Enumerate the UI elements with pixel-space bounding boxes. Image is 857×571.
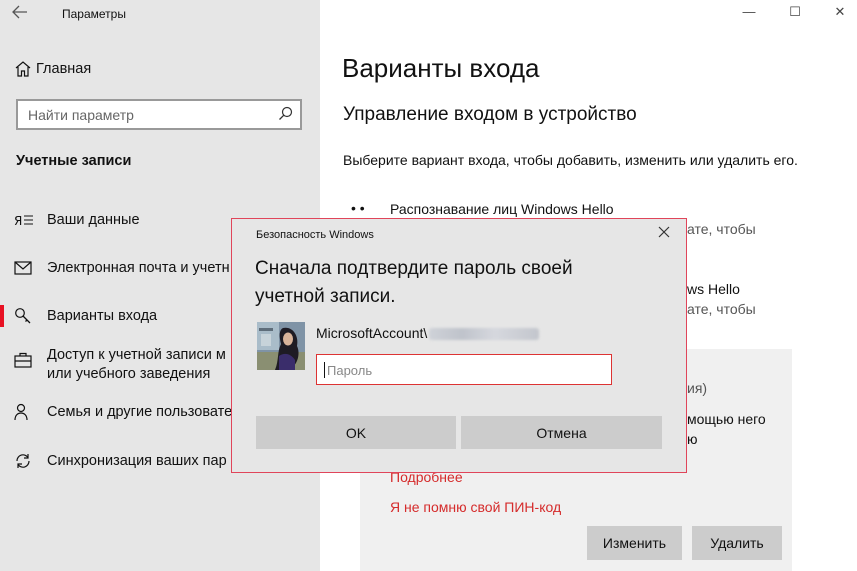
sidebar-item-your-info[interactable]: Я Ваши данные: [14, 207, 140, 233]
person-card-icon: Я: [14, 210, 40, 230]
search-placeholder: Найти параметр: [28, 107, 134, 123]
key-icon: [14, 306, 40, 326]
sidebar-item-email[interactable]: Электронная почта и учетн: [14, 255, 230, 281]
forgot-pin-link[interactable]: Я не помню свой ПИН-код: [390, 499, 561, 515]
sidebar-item-home[interactable]: Главная: [14, 56, 91, 82]
back-arrow-icon[interactable]: [12, 4, 36, 24]
app-title: Параметры: [62, 7, 126, 21]
sidebar-item-sign-in-options[interactable]: Варианты входа: [14, 303, 157, 329]
home-label: Главная: [36, 61, 92, 77]
description-text: Выберите вариант входа, чтобы добавить, …: [343, 152, 798, 168]
sidebar-item-work-access[interactable]: Доступ к учетной записи м или учебного з…: [14, 346, 226, 386]
security-dialog: Безопасность Windows Сначала подтвердите…: [231, 218, 687, 473]
sidebar-item-label: Доступ к учетной записи м или учебного з…: [47, 346, 226, 384]
pin-desc-partial: мощью него: [687, 411, 766, 427]
pin-desc-partial-2: ю: [687, 431, 698, 447]
password-input[interactable]: Пароль: [316, 354, 612, 385]
dialog-heading: Сначала подтвердите пароль своей учетной…: [255, 258, 573, 307]
option-bullet: • •: [351, 200, 365, 216]
dialog-caption: Безопасность Windows: [256, 229, 374, 241]
pin-title-partial: ия): [687, 380, 708, 396]
page-title: Варианты входа: [342, 53, 540, 83]
sidebar-item-label: Варианты входа: [47, 308, 158, 324]
maximize-button[interactable]: ☐: [785, 4, 805, 22]
sidebar-item-label: Ваши данные: [47, 212, 140, 228]
redacted-email: [429, 328, 540, 341]
account-name: MicrosoftAccount\: [316, 325, 540, 341]
search-input[interactable]: Найти параметр: [16, 99, 302, 130]
option-face-desc: ате, чтобы: [687, 221, 756, 237]
change-button[interactable]: Изменить: [587, 526, 682, 560]
section-title: Учетные записи: [16, 153, 132, 169]
sidebar-item-sync[interactable]: Синхронизация ваших пар: [14, 448, 227, 474]
label-line-1: Доступ к учетной записи м: [47, 347, 226, 363]
account-prefix: MicrosoftAccount\: [316, 325, 428, 341]
remove-button[interactable]: Удалить: [692, 526, 782, 560]
sidebar-item-family[interactable]: Семья и другие пользовате: [14, 399, 232, 425]
password-placeholder: Пароль: [327, 363, 373, 378]
sync-icon: [14, 451, 40, 471]
svg-text:Я: Я: [14, 214, 22, 228]
label-line-2: или учебного заведения: [47, 366, 211, 382]
cancel-button[interactable]: Отмена: [461, 416, 662, 449]
close-window-button[interactable]: ✕: [830, 4, 850, 22]
briefcase-icon: [14, 350, 40, 370]
people-icon: [14, 402, 40, 422]
minimize-button[interactable]: —: [739, 4, 759, 22]
envelope-icon: [14, 258, 40, 278]
selected-indicator: [0, 305, 4, 327]
search-icon[interactable]: [277, 105, 295, 123]
sidebar-item-label: Семья и другие пользовате: [47, 404, 233, 420]
option-fingerprint-desc: ате, чтобы: [687, 301, 756, 317]
section-heading: Управление входом в устройство: [343, 104, 637, 125]
avatar: [257, 322, 305, 370]
option-fingerprint[interactable]: ws Hello: [687, 281, 740, 297]
text-caret: [324, 362, 325, 378]
sidebar-item-label: Синхронизация ваших пар: [47, 453, 227, 469]
close-icon[interactable]: [656, 226, 672, 242]
sidebar-item-label: Электронная почта и учетн: [47, 260, 230, 276]
option-face-recognition[interactable]: Распознавание лиц Windows Hello: [390, 201, 614, 217]
ok-button[interactable]: OK: [256, 416, 456, 449]
